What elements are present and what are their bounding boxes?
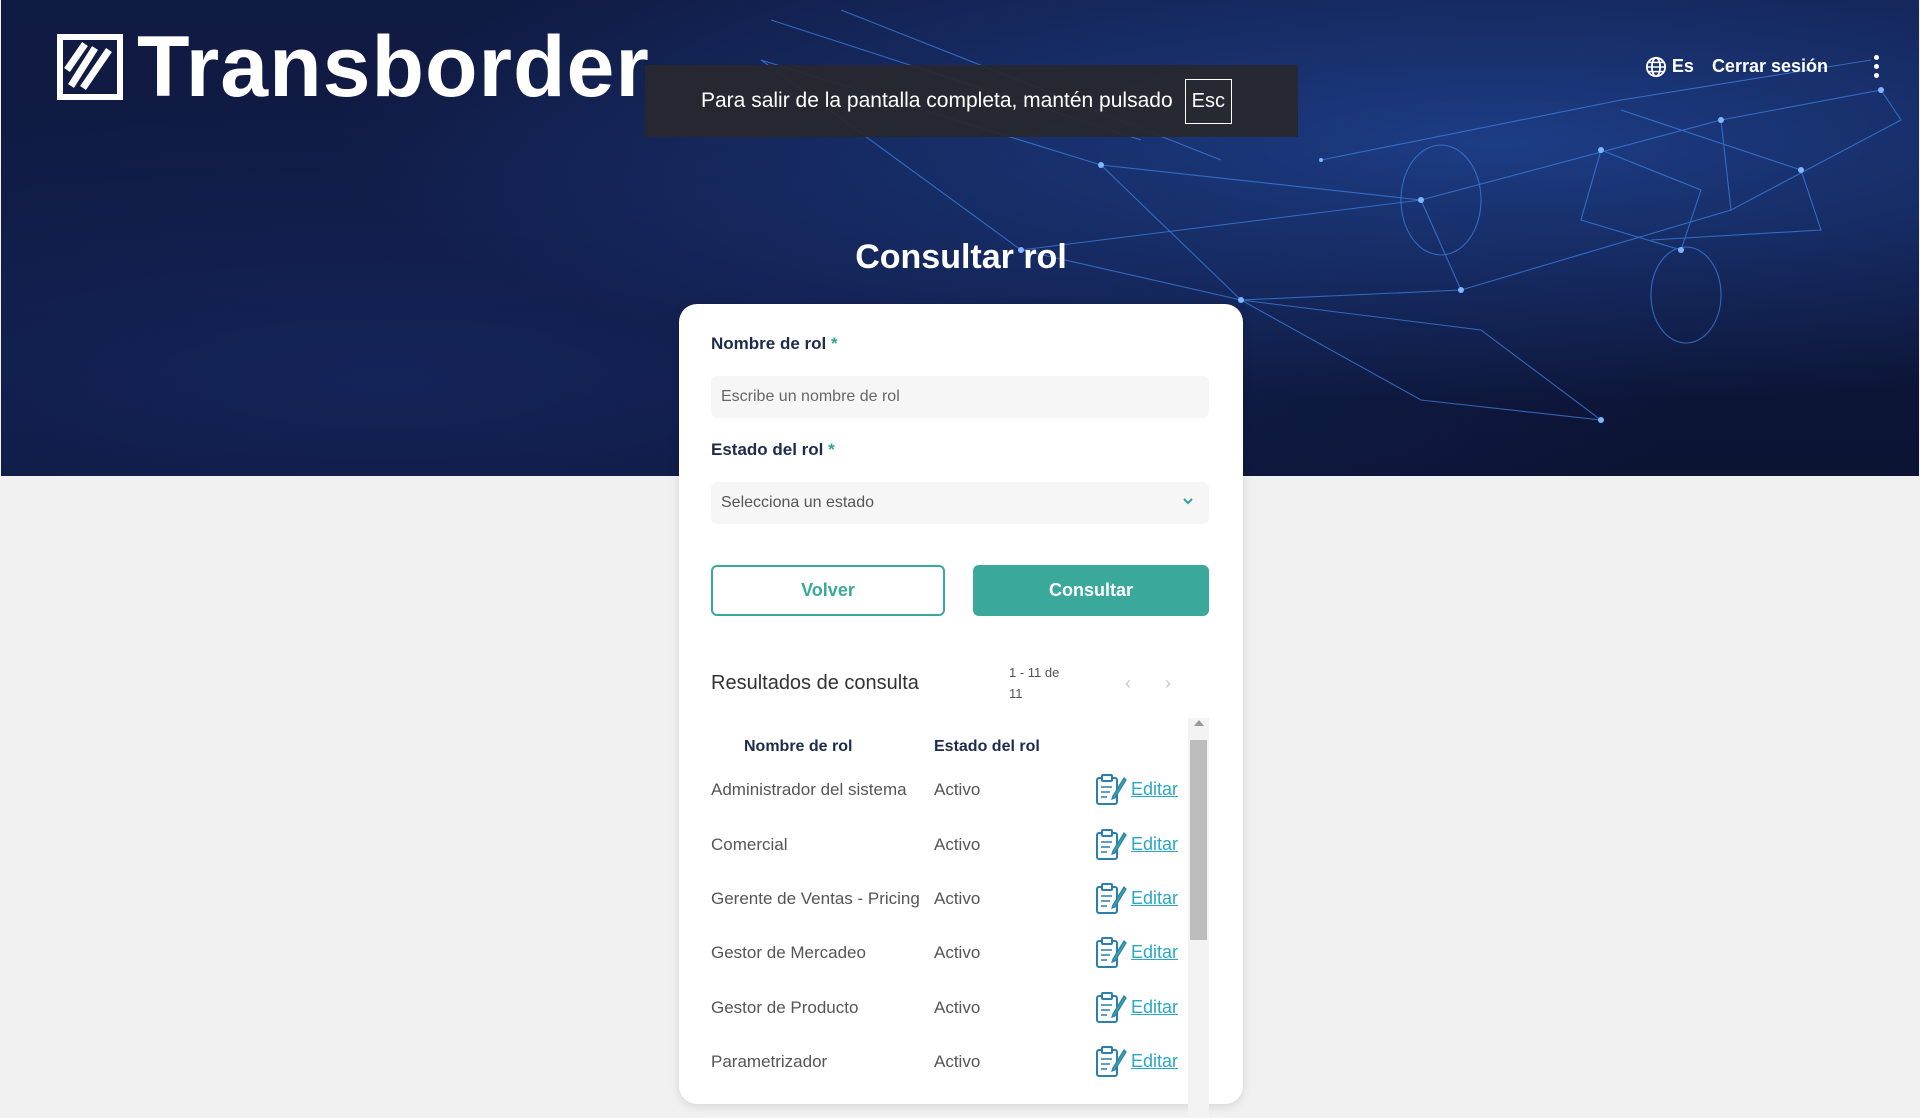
- edit-link[interactable]: Editar: [1131, 942, 1178, 963]
- query-role-card: Nombre de rol * Estado del rol * Selecci…: [679, 304, 1243, 1118]
- required-mark: *: [830, 334, 838, 353]
- scroll-thumb[interactable]: [1190, 740, 1207, 940]
- role-name-cell: Gestor de Producto: [711, 998, 859, 1017]
- role-state-select[interactable]: Selecciona un estado: [711, 482, 1209, 524]
- edit-role-button[interactable]: Editar: [1093, 933, 1178, 971]
- role-state-cell: Activo: [934, 889, 981, 908]
- column-header-role-state[interactable]: Estado del rol: [934, 738, 1040, 756]
- table-row: Administrador del sistema Activo Editar: [711, 770, 1181, 810]
- edit-document-icon: [1096, 1046, 1127, 1077]
- role-state-cell: Activo: [934, 835, 981, 854]
- edit-document-icon: [1096, 774, 1127, 805]
- role-name-cell: Comercial: [711, 835, 788, 854]
- search-button[interactable]: Consultar: [973, 565, 1209, 616]
- edit-role-button[interactable]: Editar: [1093, 879, 1178, 917]
- more-options-icon[interactable]: [1874, 55, 1879, 78]
- table-row: Parametrizador Activo Editar: [711, 1042, 1181, 1082]
- top-navigation: Es Cerrar sesión: [1645, 55, 1879, 78]
- brand-logo[interactable]: Transborder: [57, 19, 650, 115]
- edit-link[interactable]: Editar: [1131, 779, 1178, 800]
- page-title: Consultar rol: [855, 238, 1067, 276]
- role-name-cell: Gerente de Ventas - Pricing: [711, 889, 920, 908]
- results-scrollbar[interactable]: [1188, 718, 1209, 1118]
- edit-link[interactable]: Editar: [1131, 834, 1178, 855]
- role-name-input[interactable]: [711, 376, 1209, 418]
- language-label: Es: [1671, 56, 1694, 76]
- edit-link[interactable]: Editar: [1131, 1051, 1178, 1072]
- edit-document-icon: [1096, 829, 1127, 860]
- column-header-role-name[interactable]: Nombre de rol: [744, 738, 852, 756]
- fullscreen-message: Para salir de la pantalla completa, mant…: [701, 89, 1173, 112]
- next-page-icon[interactable]: ›: [1165, 673, 1171, 694]
- table-row: Gestor de Mercadeo Activo Editar: [711, 933, 1181, 973]
- role-state-cell: Activo: [934, 943, 981, 962]
- edit-document-icon: [1096, 883, 1127, 914]
- edit-role-button[interactable]: Editar: [1093, 770, 1178, 808]
- edit-role-button[interactable]: Editar: [1093, 825, 1178, 863]
- globe-icon: [1645, 56, 1666, 77]
- transborder-logo-icon: [57, 34, 123, 100]
- role-state-cell: Activo: [934, 1052, 981, 1071]
- role-name-label: Nombre de rol *: [711, 334, 838, 354]
- required-mark: *: [828, 440, 835, 459]
- table-row: Gestor de Producto Activo Editar: [711, 988, 1181, 1028]
- role-state-label-text: Estado del rol: [711, 440, 824, 459]
- role-name-label-text: Nombre de rol: [711, 334, 827, 353]
- edit-link[interactable]: Editar: [1131, 997, 1178, 1018]
- role-state-label: Estado del rol *: [711, 440, 835, 460]
- pagination-range: 1 - 11 de 11: [1009, 665, 1060, 701]
- edit-role-button[interactable]: Editar: [1093, 1042, 1178, 1080]
- table-row: Comercial Activo Editar: [711, 825, 1181, 865]
- role-name-cell: Parametrizador: [711, 1052, 828, 1071]
- results-title: Resultados de consulta: [711, 672, 919, 694]
- scroll-up-icon[interactable]: [1194, 720, 1204, 726]
- language-selector[interactable]: Es: [1645, 56, 1694, 78]
- brand-name: Transborder: [137, 19, 650, 115]
- chevron-down-icon: [1183, 498, 1193, 505]
- back-button[interactable]: Volver: [711, 565, 945, 616]
- edit-link[interactable]: Editar: [1131, 888, 1178, 909]
- prev-page-icon[interactable]: ‹: [1125, 673, 1131, 694]
- edit-role-button[interactable]: Editar: [1093, 988, 1178, 1026]
- pagination-controls: ‹ ›: [1125, 673, 1171, 694]
- fullscreen-exit-notice: Para salir de la pantalla completa, mant…: [645, 65, 1298, 137]
- edit-document-icon: [1096, 937, 1127, 968]
- role-state-cell: Activo: [934, 780, 981, 799]
- edit-document-icon: [1096, 992, 1127, 1023]
- logout-link[interactable]: Cerrar sesión: [1712, 56, 1828, 77]
- role-name-cell: Administrador del sistema: [711, 780, 907, 799]
- role-name-cell: Gestor de Mercadeo: [711, 943, 866, 962]
- esc-key-hint: Esc: [1184, 78, 1232, 124]
- role-state-placeholder: Selecciona un estado: [721, 494, 874, 511]
- table-row: Gerente de Ventas - Pricing Activo Editar: [711, 879, 1181, 919]
- role-state-cell: Activo: [934, 998, 981, 1017]
